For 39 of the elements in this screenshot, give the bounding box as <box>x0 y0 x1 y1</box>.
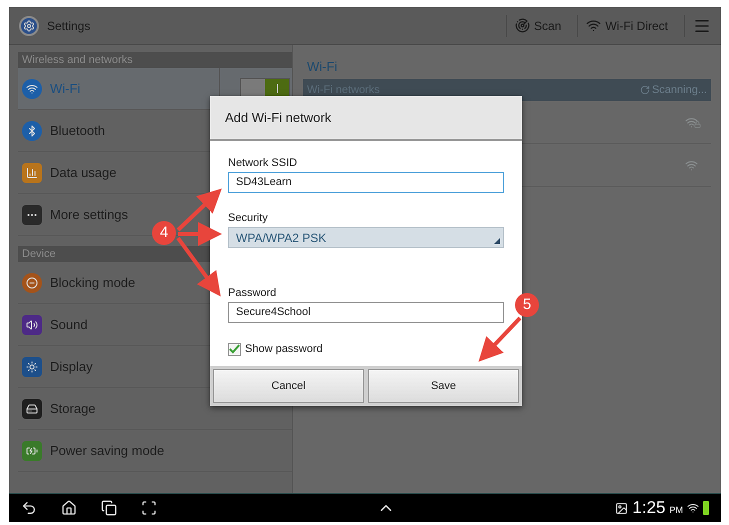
section-header: Wireless and networks <box>18 52 292 68</box>
panel-title: Wi-Fi <box>306 58 338 76</box>
scan-button[interactable]: Scan <box>506 14 570 36</box>
app-title: Settings <box>47 18 90 34</box>
security-dropdown[interactable]: WPA/WPA2 PSK <box>228 227 504 248</box>
recent-apps-button[interactable] <box>101 500 117 516</box>
bluetooth-icon <box>22 120 42 140</box>
home-button[interactable] <box>61 500 77 516</box>
scan-icon <box>514 18 530 33</box>
text-field[interactable]: Secure4School <box>228 302 504 323</box>
menu-button[interactable] <box>684 14 711 36</box>
brightness-icon <box>22 356 42 376</box>
settings-item[interactable]: Power saving mode <box>18 430 292 472</box>
blocking-icon <box>22 272 42 292</box>
checkbox[interactable] <box>228 342 241 356</box>
clock: 1:25 <box>632 497 666 520</box>
more-icon <box>22 204 42 224</box>
spinner-icon <box>640 85 650 95</box>
dropdown-corner-icon <box>494 238 500 244</box>
settings-item[interactable]: Wi-Fi <box>18 68 292 110</box>
wifi-direct-button[interactable]: Wi-Fi Direct <box>577 14 676 36</box>
arrow <box>478 316 522 362</box>
speaker-icon <box>22 314 42 334</box>
cancel-button[interactable]: Cancel <box>213 369 364 403</box>
battery-icon <box>22 440 42 460</box>
field-label: Password <box>228 288 278 299</box>
am-pm: PM <box>670 504 683 517</box>
save-button[interactable]: Save <box>368 369 519 403</box>
storage-card-icon <box>22 398 42 418</box>
field-label: Security <box>228 213 269 224</box>
back-button[interactable] <box>21 500 37 516</box>
text-field[interactable]: SD43Learn <box>228 172 504 193</box>
chart-icon <box>22 162 42 182</box>
settings-icon <box>19 16 39 36</box>
battery-icon <box>703 501 709 515</box>
screenshot-button[interactable] <box>141 500 157 516</box>
wifi-icon <box>22 78 42 98</box>
wifi-icon <box>586 18 602 33</box>
image-icon <box>615 502 628 514</box>
